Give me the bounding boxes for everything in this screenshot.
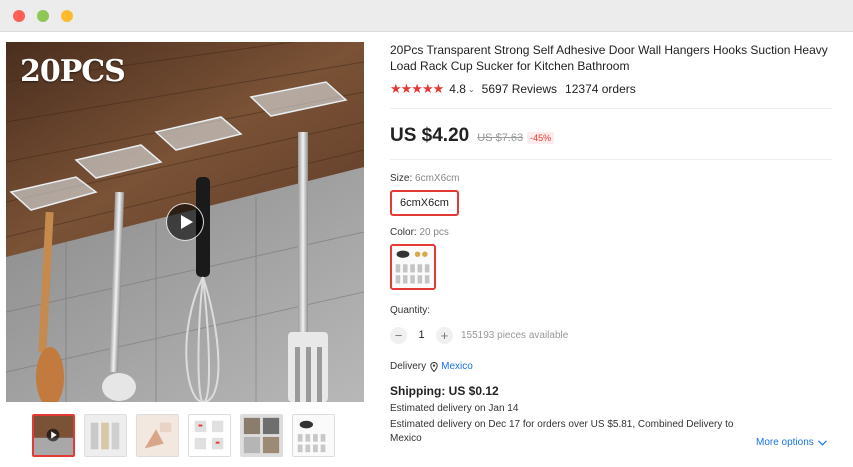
pieces-available: 155193 pieces available: [461, 329, 569, 341]
orders-count: 12374 orders: [565, 82, 636, 96]
size-label: Size: 6cmX6cm: [390, 173, 460, 184]
product-title: 20Pcs Transparent Strong Self Adhesive D…: [390, 43, 828, 73]
thumbnail-5[interactable]: [240, 414, 283, 457]
location-pin-icon: [430, 361, 438, 372]
divider: [390, 159, 832, 160]
size-option-button[interactable]: 6cmX6cm: [390, 190, 459, 216]
current-price: US $4.20: [390, 125, 470, 146]
shipping-cost: Shipping: US $0.12: [390, 384, 499, 398]
thumbnail-4[interactable]: [188, 414, 231, 457]
color-option-swatch[interactable]: [390, 244, 436, 290]
quantity-stepper: − 1 + 155193 pieces available: [390, 326, 835, 344]
thumbnail-2[interactable]: [84, 414, 127, 457]
chevron-down-icon: [817, 439, 827, 446]
chevron-down-icon[interactable]: ⌄: [468, 85, 475, 94]
divider: [390, 108, 832, 109]
thumbnail-video[interactable]: [32, 414, 75, 457]
reviews-link[interactable]: 5697 Reviews: [482, 82, 557, 96]
thumbnail-3[interactable]: [136, 414, 179, 457]
minimize-window-button[interactable]: [37, 10, 49, 22]
play-video-button[interactable]: [166, 203, 204, 241]
original-price: US $7.63: [477, 132, 524, 144]
price-row: US $4.20 US $7.63 -45%: [390, 125, 835, 147]
combined-delivery-estimate: Estimated delivery on Dec 17 for orders …: [390, 419, 734, 444]
discount-badge: -45%: [527, 132, 555, 144]
maximize-window-button[interactable]: [61, 10, 73, 22]
more-options-link[interactable]: More options: [756, 437, 827, 448]
thumbnail-6[interactable]: [292, 414, 335, 457]
quantity-value[interactable]: 1: [407, 329, 436, 341]
thumbnail-strip: [32, 414, 335, 457]
quantity-label: Quantity:: [390, 305, 431, 316]
product-info-panel: 20Pcs Transparent Strong Self Adhesive D…: [390, 42, 835, 446]
main-product-image[interactable]: 20PCS: [6, 42, 364, 402]
rating-value[interactable]: 4.8: [449, 82, 466, 96]
delivery-row: Delivery Mexico: [390, 361, 835, 372]
color-label: Color: 20 pcs: [390, 227, 449, 238]
quantity-decrease-button[interactable]: −: [390, 326, 407, 344]
rating-row: ★★★★★ 4.8 ⌄ 5697 Reviews 12374 orders: [390, 81, 835, 97]
quantity-increase-button[interactable]: +: [436, 326, 453, 344]
size-selected-value: 6cmX6cm: [415, 173, 460, 184]
pcs-overlay-text: 20PCS: [20, 54, 126, 89]
delivery-country-link[interactable]: Mexico: [441, 361, 473, 372]
more-options-label: More options: [756, 437, 814, 448]
color-selected-value: 20 pcs: [419, 227, 449, 238]
close-window-button[interactable]: [13, 10, 25, 22]
rating-stars: ★★★★★: [390, 81, 444, 96]
delivery-label: Delivery: [390, 361, 427, 372]
window-titlebar: [0, 0, 853, 32]
estimated-delivery: Estimated delivery on Jan 14: [390, 403, 519, 414]
